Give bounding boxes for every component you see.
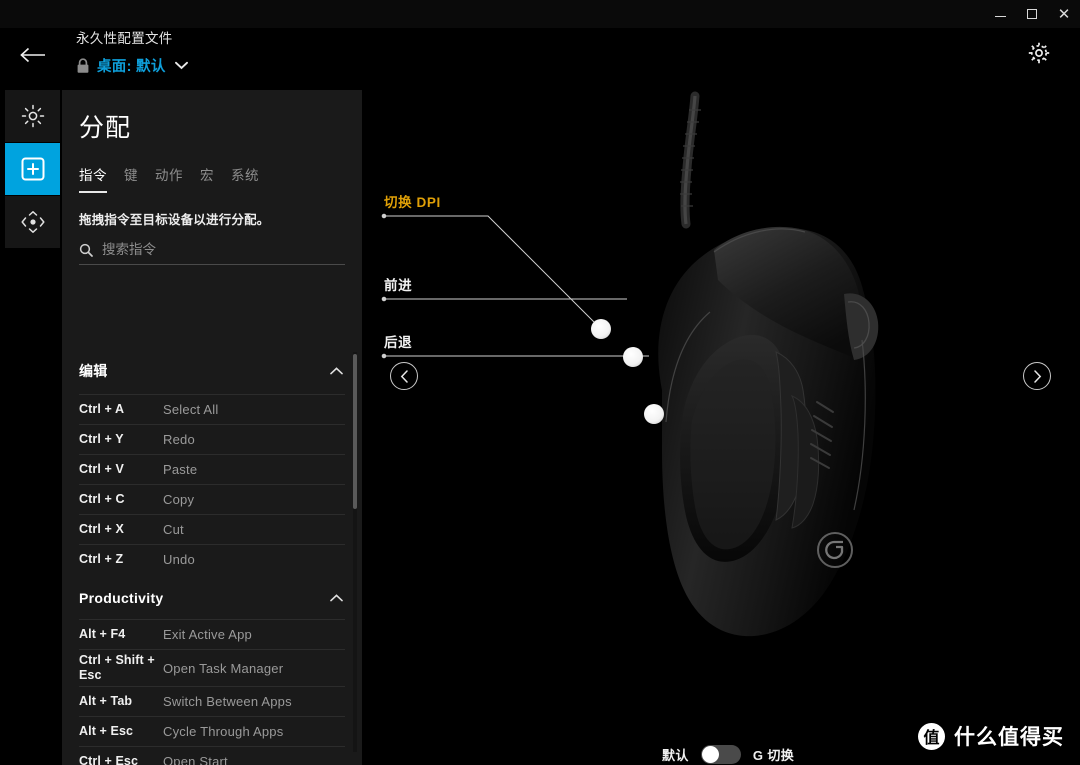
chevron-up-icon [330, 367, 343, 375]
minimize-button[interactable] [984, 0, 1016, 28]
callout-dot-back [644, 404, 664, 424]
watermark: 值 什么值得买 [918, 721, 1064, 751]
command-row[interactable]: Ctrl + Y Redo [79, 424, 345, 454]
mouse-cable [680, 91, 701, 229]
command-label: Select All [163, 402, 219, 417]
command-row[interactable]: Ctrl + X Cut [79, 514, 345, 544]
chevron-up-icon [330, 594, 343, 602]
command-keys: Ctrl + Shift + Esc [79, 653, 155, 682]
chevron-down-icon [174, 61, 188, 70]
tab-actions[interactable]: 动作 [155, 164, 183, 193]
command-label: Switch Between Apps [163, 694, 292, 709]
device-stage: 切换 DPI 前进 后退 默认 G 切换 [362, 90, 1080, 765]
command-keys: Alt + Esc [79, 724, 134, 738]
search-input[interactable] [102, 242, 345, 257]
command-row[interactable]: Ctrl + V Paste [79, 454, 345, 484]
command-row[interactable]: Alt + Tab Switch Between Apps [79, 686, 345, 716]
command-group-header[interactable]: Productivity [79, 574, 345, 619]
gshift-toggle-row: 默认 G 切换 [662, 745, 794, 764]
drag-hint: 拖拽指令至目标设备以进行分配。 [79, 213, 270, 227]
command-row[interactable]: Alt + F4 Exit Active App [79, 619, 345, 649]
lock-icon [77, 57, 89, 73]
command-label: Exit Active App [163, 627, 252, 642]
arrow-left-icon [20, 47, 45, 63]
assignments-panel: 分配 指令 键 动作 宏 系统 拖拽指令至目标设备以进行分配。 编辑 Ctrl +… [62, 90, 362, 765]
maximize-icon [1027, 9, 1037, 19]
command-label: Paste [163, 462, 198, 477]
dpi-crosshair-icon [20, 211, 45, 233]
command-keys: Ctrl + Z [79, 552, 124, 566]
profile-kicker: 永久性配置文件 [76, 31, 173, 46]
plus-square-icon [21, 157, 44, 181]
command-keys: Ctrl + A [79, 402, 125, 416]
command-label: Open Start [163, 754, 228, 765]
brightness-icon [21, 104, 44, 128]
command-keys: Ctrl + X [79, 522, 124, 536]
callout-label-dpi[interactable]: 切换 DPI [384, 191, 441, 211]
callout-dots [591, 319, 664, 424]
maximize-button[interactable] [1016, 0, 1048, 28]
command-keys: Ctrl + Y [79, 432, 124, 446]
mouse-illustration [381, 91, 879, 637]
command-label: Undo [163, 552, 195, 567]
close-icon: ✕ [1057, 4, 1071, 23]
settings-button[interactable] [1024, 38, 1054, 68]
tab-system[interactable]: 系统 [231, 164, 259, 193]
tab-commands[interactable]: 指令 [79, 164, 107, 193]
command-list[interactable]: 编辑 Ctrl + A Select All Ctrl + Y Redo Ctrl + V… [62, 345, 362, 765]
title-bar: ✕ [0, 0, 1080, 28]
command-keys: Alt + F4 [79, 627, 126, 641]
command-keys: Ctrl + C [79, 492, 125, 506]
sidebar-item-lighting[interactable] [5, 90, 60, 142]
command-row[interactable]: Ctrl + A Select All [79, 394, 345, 424]
back-button[interactable] [16, 40, 50, 70]
profile-name: 桌面: 默认 [97, 59, 166, 75]
command-group-name: Productivity [79, 590, 164, 606]
callout-dot-dpi [591, 319, 611, 339]
command-row[interactable]: Ctrl + Z Undo [79, 544, 345, 574]
watermark-badge: 值 [918, 722, 945, 750]
search-row [79, 242, 345, 265]
command-row[interactable]: Ctrl + Esc Open Start [79, 746, 345, 765]
toggle-knob [701, 746, 719, 763]
command-keys: Ctrl + Esc [79, 754, 139, 765]
command-group-name: 编辑 [79, 363, 108, 379]
icon-rail [5, 90, 60, 248]
gshift-toggle[interactable] [700, 745, 741, 764]
gear-icon [1028, 42, 1050, 64]
command-list-scrollbar-thumb[interactable] [353, 354, 357, 509]
callout-label-forward[interactable]: 前进 [384, 274, 412, 294]
command-keys: Alt + Tab [79, 694, 133, 708]
command-row[interactable]: Ctrl + Shift + Esc Open Task Manager [79, 649, 345, 686]
command-label: Copy [163, 492, 195, 507]
command-label: Cycle Through Apps [163, 724, 284, 739]
command-row[interactable]: Ctrl + C Copy [79, 484, 345, 514]
command-row[interactable]: Alt + Esc Cycle Through Apps [79, 716, 345, 746]
tab-macros[interactable]: 宏 [200, 164, 214, 193]
profile-block: 永久性配置文件 桌面: 默认 [76, 30, 188, 76]
command-label: Open Task Manager [163, 660, 284, 676]
window-controls: ✕ [984, 0, 1080, 28]
command-label: Cut [163, 522, 184, 537]
callout-label-back[interactable]: 后退 [384, 331, 412, 351]
search-icon [79, 243, 93, 257]
callout-lines [381, 213, 649, 359]
sidebar-item-sensitivity[interactable] [5, 196, 60, 248]
tab-bar: 指令 键 动作 宏 系统 [62, 144, 362, 193]
logitech-ghub-window: ✕ 永久性配置文件 桌面: 默认 分配 指令 键 动作 宏 系统 拖拽指令至目标… [0, 0, 1080, 765]
watermark-text: 什么值得买 [954, 726, 1064, 749]
callout-dot-forward [623, 347, 643, 367]
close-button[interactable]: ✕ [1048, 0, 1080, 28]
page-title: 分配 [79, 114, 132, 142]
minimize-icon [994, 16, 1006, 17]
toggle-label-gshift: G 切换 [752, 748, 795, 763]
sidebar-item-assignments[interactable] [5, 143, 60, 195]
command-keys: Ctrl + V [79, 462, 124, 476]
command-group-header[interactable]: 编辑 [79, 345, 345, 394]
tab-keys[interactable]: 键 [124, 164, 138, 193]
command-label: Redo [163, 432, 195, 447]
profile-selector[interactable]: 桌面: 默认 [76, 55, 188, 76]
toggle-label-default: 默认 [662, 748, 689, 763]
